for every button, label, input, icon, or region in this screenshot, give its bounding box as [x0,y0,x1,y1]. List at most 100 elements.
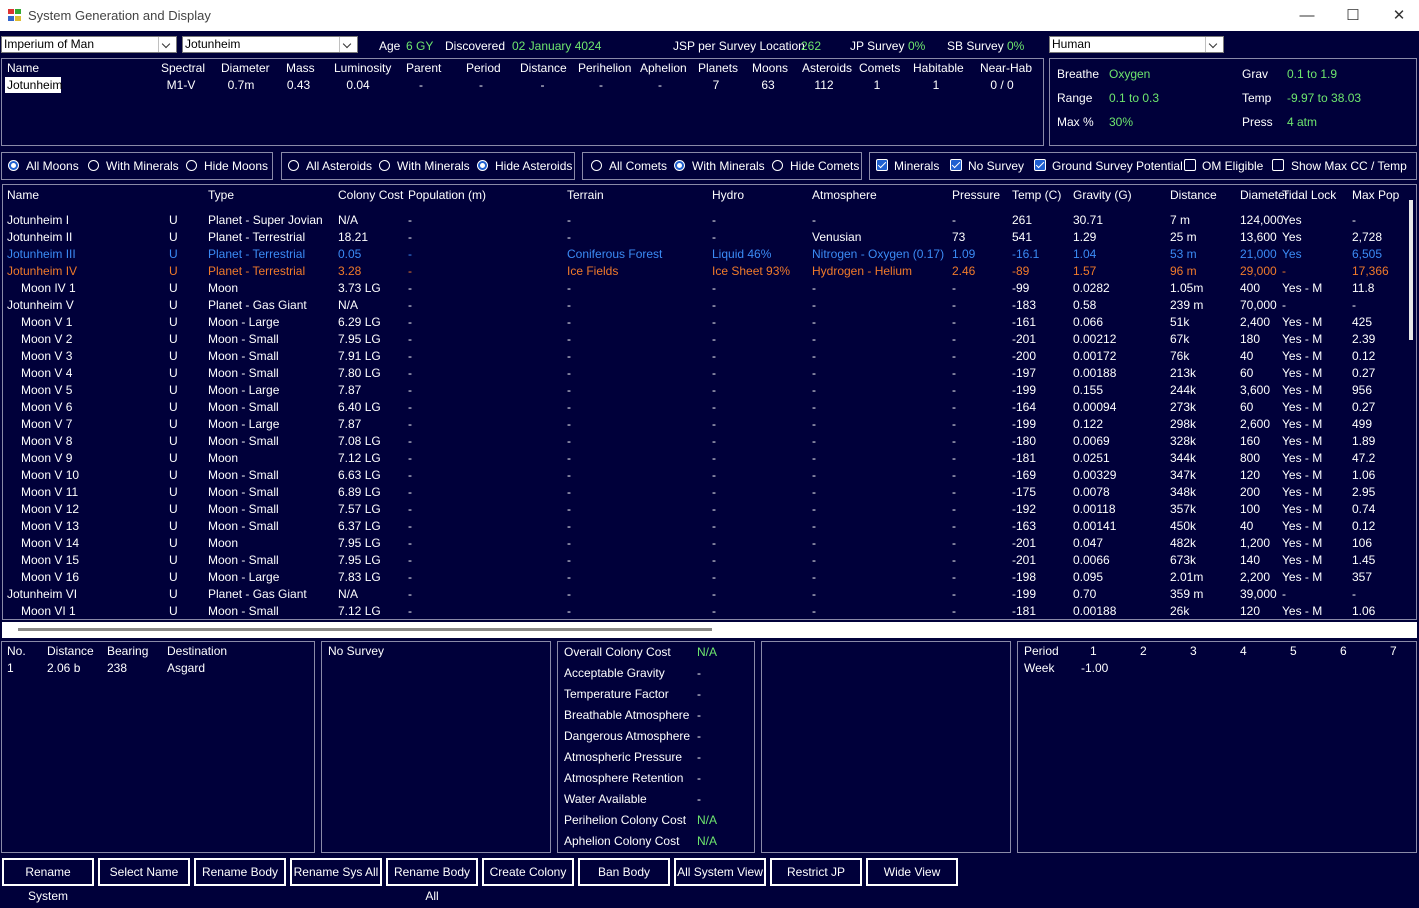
hide-moons-radio[interactable] [186,160,197,171]
asteroids-with-minerals-radio[interactable] [379,160,390,171]
table-row[interactable]: Moon V 15 U Moon - Small 7.95 LG - - - - - -201 0.… [3,553,1403,570]
comets-with-minerals-radio[interactable] [674,160,685,171]
column-header-13[interactable]: Max Pop [1352,188,1399,202]
ground-survey-checkbox[interactable] [1034,159,1046,171]
om-eligible-checkbox[interactable] [1184,159,1196,171]
column-header-3[interactable]: Population (m) [408,188,486,202]
jp-row-no[interactable]: 1 [7,661,14,675]
cell-cc: 7.95 LG [338,332,381,346]
jp-row-bearing[interactable]: 238 [107,661,127,675]
table-row[interactable]: Moon V 8 U Moon - Small 7.08 LG - - - - - -180 0.0… [3,434,1403,451]
table-row[interactable]: Moon V 6 U Moon - Small 6.40 LG - - - - - -164 0.0… [3,400,1403,417]
column-header-8[interactable]: Temp (C) [1012,188,1061,202]
hide-comets-radio[interactable] [772,160,783,171]
cell-cc: N/A [338,587,359,601]
table-row[interactable]: Moon V 12 U Moon - Small 7.57 LG - - - - - -192 0.… [3,502,1403,519]
all-comets-radio[interactable] [591,160,602,171]
table-row[interactable]: Moon VI 1 U Moon - Small 7.12 LG - - - - - -181 0.… [3,604,1403,619]
cell-grav: 0.0251 [1073,451,1110,465]
minimize-button[interactable]: — [1284,0,1330,31]
wide-view-button[interactable]: Wide View [866,858,958,886]
star-header-14: Habitable [913,61,964,75]
hide-asteroids-radio[interactable] [477,160,488,171]
column-header-12[interactable]: Tidal Lock [1282,188,1336,202]
cell-u: U [169,281,178,295]
table-row[interactable]: Jotunheim IV U Planet - Terrestrial 3.28 - Ic… [3,264,1403,281]
table-row[interactable]: Moon V 9 U Moon 7.12 LG - - - - - -181 0.0251 344k 8… [3,451,1403,468]
column-header-1[interactable]: Type [208,188,234,202]
table-row[interactable]: Moon V 7 U Moon - Large 7.87 - - - - - -199 0.122 2… [3,417,1403,434]
table-row[interactable]: Moon V 16 U Moon - Large 7.83 LG - - - - - -198 0.… [3,570,1403,587]
press-label: Press [1242,115,1273,129]
rename-body-all-button[interactable]: Rename Body All [386,858,478,903]
system-select[interactable]: Jotunheim [182,36,358,53]
column-header-6[interactable]: Atmosphere [812,188,877,202]
vertical-scrollbar[interactable] [1409,200,1413,340]
table-row[interactable]: Moon V 14 U Moon 7.95 LG - - - - - -201 0.047 482k 1… [3,536,1403,553]
jp-row-distance[interactable]: 2.06 b [47,661,80,675]
cell-name: Moon V 13 [21,519,80,533]
cell-atmo: - [812,213,816,227]
colony-cost-value: - [697,666,701,680]
cell-atmo: - [812,315,816,329]
star-name-field[interactable]: Jotunheim [5,77,62,93]
table-row[interactable]: Moon V 1 U Moon - Large 6.29 LG - - - - - -161 0.0… [3,315,1403,332]
cell-atmo: - [812,383,816,397]
column-header-2[interactable]: Colony Cost [338,188,403,202]
jp-header-no: No. [7,644,26,658]
jp-header-bearing: Bearing [107,644,149,658]
table-row[interactable]: Moon IV 1 U Moon 3.73 LG - - - - - -99 0.0282 1.05m… [3,281,1403,298]
cell-grav: 0.00188 [1073,366,1117,380]
table-row[interactable]: Jotunheim VI U Planet - Gas Giant N/A - - - - - -… [3,587,1403,604]
show-max-cc-checkbox[interactable] [1272,159,1284,171]
restrict-jp-button[interactable]: Restrict JP [770,858,862,886]
minerals-checkbox[interactable] [876,159,888,171]
close-button[interactable]: ✕ [1376,0,1419,31]
ban-body-button[interactable]: Ban Body [578,858,670,886]
cell-type: Moon - Small [208,434,279,448]
colony-cost-value: N/A [697,645,718,659]
maximize-button[interactable]: ☐ [1330,0,1376,31]
column-header-10[interactable]: Distance [1170,188,1217,202]
cell-pop: - [408,451,412,465]
table-row[interactable]: Jotunheim V U Planet - Gas Giant N/A - - - - - -1… [3,298,1403,315]
horizontal-scrollbar-thumb[interactable] [18,628,712,631]
table-row[interactable]: Jotunheim III U Planet - Terrestrial 0.05 - C… [3,247,1403,264]
table-row[interactable]: Moon V 4 U Moon - Small 7.80 LG - - - - - -197 0.0… [3,366,1403,383]
create-colony-button[interactable]: Create Colony [482,858,574,886]
all-asteroids-radio[interactable] [288,160,299,171]
all-system-view-button[interactable]: All System View [674,858,766,886]
table-row[interactable]: Moon V 2 U Moon - Small 7.95 LG - - - - - -201 0.0… [3,332,1403,349]
all-moons-radio[interactable] [8,160,19,171]
cell-dist: 450k [1170,519,1197,533]
jp-row-destination[interactable]: Asgard [167,661,205,675]
column-header-0[interactable]: Name [7,188,39,202]
table-row[interactable]: Moon V 13 U Moon - Small 6.37 LG - - - - - -163 0.… [3,519,1403,536]
column-header-4[interactable]: Terrain [567,188,604,202]
cell-pop: - [408,349,412,363]
column-header-5[interactable]: Hydro [712,188,744,202]
table-row[interactable]: Jotunheim I U Planet - Super Jovian N/A - - - -… [3,213,1403,230]
cell-temp: -201 [1012,332,1037,346]
table-row[interactable]: Moon V 5 U Moon - Large 7.87 - - - - - -199 0.155 2… [3,383,1403,400]
cell-maxpop: 0.27 [1352,400,1376,414]
table-row[interactable]: Moon V 11 U Moon - Small 6.89 LG - - - - - -175 0.… [3,485,1403,502]
column-header-9[interactable]: Gravity (G) [1073,188,1132,202]
rename-body-button[interactable]: Rename Body [194,858,286,886]
empire-select[interactable]: Imperium of Man [1,36,177,53]
species-select[interactable]: Human [1049,36,1224,53]
cell-atmo: - [812,349,816,363]
cell-press: - [952,519,956,533]
table-row[interactable]: Moon V 10 U Moon - Small 6.63 LG - - - - - -169 0.… [3,468,1403,485]
cell-maxpop: 6,505 [1352,247,1383,261]
rename-sys-all-button[interactable]: Rename Sys All [290,858,382,886]
table-row[interactable]: Jotunheim II U Planet - Terrestrial 18.21 - -… [3,230,1403,247]
moons-with-minerals-radio[interactable] [88,160,99,171]
rename-system-button[interactable]: Rename System [2,858,94,903]
star-header-3: Mass [286,61,315,75]
cell-terrain: - [567,587,571,601]
table-row[interactable]: Moon V 3 U Moon - Small 7.91 LG - - - - - -200 0.0… [3,349,1403,366]
no-survey-checkbox[interactable] [950,159,962,171]
select-name-button[interactable]: Select Name [98,858,190,886]
column-header-7[interactable]: Pressure [952,188,1000,202]
